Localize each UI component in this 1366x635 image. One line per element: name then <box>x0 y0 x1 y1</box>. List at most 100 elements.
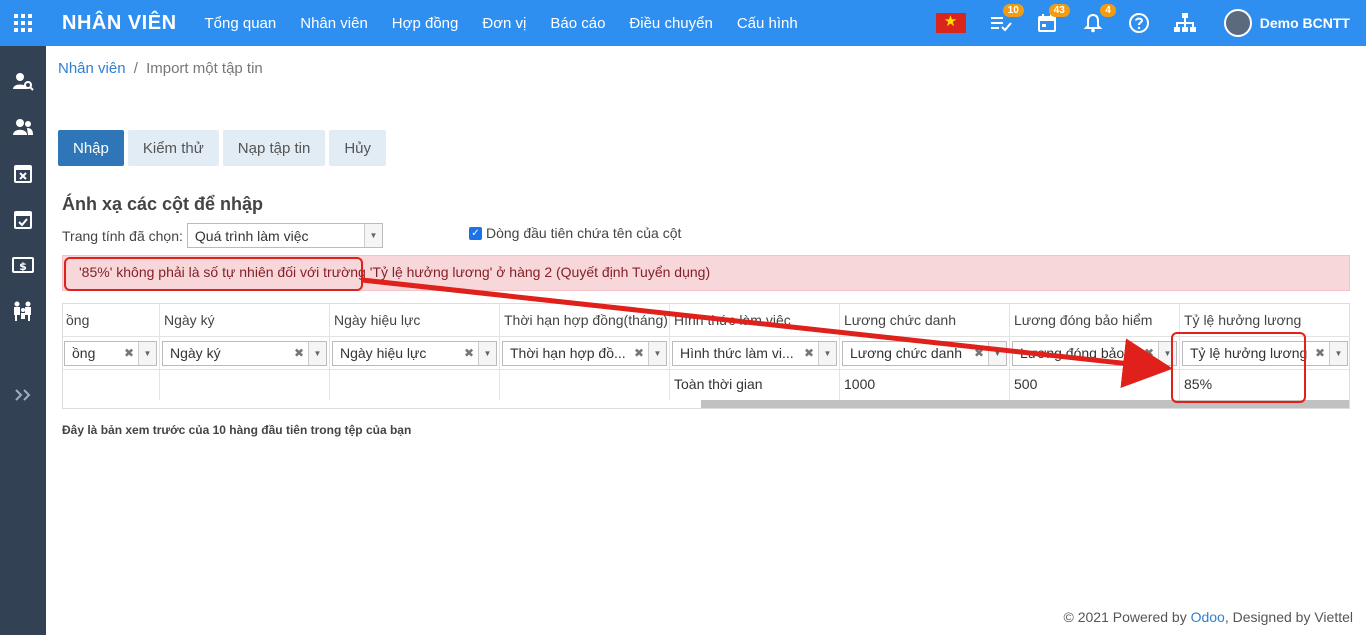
clear-icon[interactable]: ✖ <box>1143 346 1154 360</box>
clear-icon[interactable]: ✖ <box>463 346 474 360</box>
sheet-select-value: Quá trình làm việc <box>194 228 309 244</box>
menu-overview[interactable]: Tổng quan <box>205 15 277 32</box>
clear-icon[interactable]: ✖ <box>1314 346 1325 360</box>
breadcrumb-separator: / <box>133 60 138 77</box>
user-avatar[interactable] <box>1223 9 1252 37</box>
test-button[interactable]: Kiểm thử <box>127 130 219 166</box>
activities-badge: 10 <box>1002 4 1024 17</box>
expand-sidebar-icon[interactable] <box>0 372 46 418</box>
breadcrumb-employees-link[interactable]: Nhân viên <box>58 60 126 77</box>
field-select-value: Tỷ lệ hưởng lương <box>1190 345 1308 361</box>
top-menu: Tổng quan Nhân viên Hợp đồng Đơn vị Báo … <box>205 15 822 32</box>
dropdown-arrow-icon[interactable]: ▼ <box>818 342 836 365</box>
preview-cell: Toàn thời gian <box>674 376 763 392</box>
clear-icon[interactable]: ✖ <box>293 346 304 360</box>
calendar-icon[interactable]: 43 <box>1032 4 1070 38</box>
preview-cell: 500 <box>1014 376 1038 392</box>
mapping-title: Ánh xạ các cột để nhập <box>62 194 264 214</box>
field-select-value: Ngày hiệu lực <box>340 345 427 361</box>
notifications-badge: 4 <box>1100 4 1116 17</box>
dropdown-arrow-icon[interactable]: ▼ <box>308 342 326 365</box>
menu-departments[interactable]: Đơn vị <box>482 15 526 32</box>
mapping-table: ồng ồng ✖ ▼ Ngày ký Ngày ký ✖ ▼ Ngày hiệu lự… <box>62 303 1350 409</box>
preview-cell: 85% <box>1184 376 1213 392</box>
odoo-link[interactable]: Odoo <box>1191 609 1225 625</box>
column-header: Thời hạn hợp đồng(tháng) <box>500 304 669 337</box>
field-select[interactable]: Hình thức làm vi... ✖ ▼ <box>672 341 837 366</box>
svg-text:$: $ <box>19 260 27 273</box>
preview-cell <box>500 370 669 400</box>
mapping-column: Ngày ký Ngày ký ✖ ▼ <box>160 304 330 400</box>
column-header: Tỷ lệ hưởng lương <box>1180 304 1349 337</box>
field-select-value: ồng <box>72 345 96 361</box>
field-select-value: Lương đóng bảo ... <box>1020 345 1140 361</box>
calendar-cancel-icon[interactable] <box>0 150 46 196</box>
column-header: Hình thức làm việc <box>670 304 839 337</box>
field-select[interactable]: ồng ✖ ▼ <box>64 341 157 366</box>
mapping-column: Hình thức làm việc Hình thức làm vi... ✖ ▼… <box>670 304 840 400</box>
calendar-check-icon[interactable] <box>0 196 46 242</box>
footer: © 2021 Powered by Odoo, Designed by Viet… <box>1064 609 1353 625</box>
apps-menu-icon[interactable] <box>0 0 46 46</box>
calendar-badge: 43 <box>1048 4 1070 17</box>
mapping-column: ồng ồng ✖ ▼ <box>63 304 160 400</box>
org-chart-icon[interactable] <box>1170 8 1200 38</box>
money-icon[interactable]: $ <box>0 242 46 288</box>
sheet-label: Trang tính đã chọn: <box>62 227 183 244</box>
bell-icon[interactable]: 4 <box>1078 4 1116 38</box>
column-header: ồng <box>63 304 159 337</box>
vietnam-flag-icon[interactable] <box>935 12 966 33</box>
clear-icon[interactable]: ✖ <box>803 346 814 360</box>
sheet-select[interactable]: Quá trình làm việc ▼ <box>186 223 383 248</box>
menu-employees[interactable]: Nhân viên <box>300 15 368 32</box>
footer-prefix: © 2021 Powered by <box>1063 609 1191 625</box>
family-icon[interactable] <box>0 288 46 334</box>
menu-transfers[interactable]: Điều chuyển <box>629 15 712 32</box>
field-select-value: Thời hạn hợp đồ... <box>510 345 626 361</box>
error-alert: '85%' không phải là số tự nhiên đối với … <box>62 255 1350 291</box>
field-select[interactable]: Ngày hiệu lực ✖ ▼ <box>332 341 497 366</box>
import-button[interactable]: Nhập <box>58 130 124 166</box>
footer-suffix: , Designed by Viettel <box>1224 609 1353 625</box>
clear-icon[interactable]: ✖ <box>973 346 984 360</box>
dropdown-arrow-icon[interactable]: ▼ <box>138 342 156 365</box>
preview-cell <box>160 370 329 400</box>
dropdown-arrow-icon[interactable]: ▼ <box>1158 342 1176 365</box>
load-file-button[interactable]: Nạp tập tin <box>222 130 326 166</box>
breadcrumb-current: Import một tập tin <box>146 60 263 77</box>
user-name[interactable]: Demo BCNTT <box>1260 15 1350 31</box>
dropdown-arrow-icon[interactable]: ▼ <box>478 342 496 365</box>
horizontal-scrollbar[interactable] <box>701 400 1349 408</box>
employee-search-icon[interactable] <box>0 58 46 104</box>
header-row-checkbox-label: Dòng đầu tiên chứa tên của cột <box>486 225 682 241</box>
menu-configuration[interactable]: Cấu hình <box>737 15 798 32</box>
help-icon[interactable] <box>1124 8 1154 38</box>
users-icon[interactable] <box>0 104 46 150</box>
app-title: NHÂN VIÊN <box>62 11 177 34</box>
activity-list-icon[interactable]: 10 <box>986 4 1024 38</box>
field-select[interactable]: Thời hạn hợp đồ... ✖ ▼ <box>502 341 667 366</box>
menu-contracts[interactable]: Hợp đồng <box>392 15 459 32</box>
sheet-selector-row: Trang tính đã chọn: Quá trình làm việc ▼ <box>62 223 383 248</box>
field-select-value: Ngày ký <box>170 345 221 361</box>
clear-icon[interactable]: ✖ <box>123 346 134 360</box>
field-select[interactable]: Lương đóng bảo ... ✖ ▼ <box>1012 341 1177 366</box>
mapping-column: Lương đóng bảo hiểm Lương đóng bảo ... ✖ ▼… <box>1010 304 1180 400</box>
clear-icon[interactable]: ✖ <box>633 346 644 360</box>
preview-cell <box>63 370 159 400</box>
dropdown-arrow-icon[interactable]: ▼ <box>648 342 666 365</box>
column-header: Lương chức danh <box>840 304 1009 337</box>
dropdown-arrow-icon: ▼ <box>363 224 382 247</box>
field-select[interactable]: Lương chức danh ✖ ▼ <box>842 341 1007 366</box>
action-buttons: Nhập Kiểm thử Nạp tập tin Hủy <box>58 130 390 166</box>
menu-reports[interactable]: Báo cáo <box>550 15 605 32</box>
field-select[interactable]: Ngày ký ✖ ▼ <box>162 341 327 366</box>
field-select-value: Hình thức làm vi... <box>680 345 794 361</box>
dropdown-arrow-icon[interactable]: ▼ <box>1329 342 1347 365</box>
dropdown-arrow-icon[interactable]: ▼ <box>988 342 1006 365</box>
header-row-checkbox[interactable]: ✓ <box>469 226 482 240</box>
breadcrumb: Nhân viên / Import một tập tin <box>58 60 263 77</box>
mapping-column: Lương chức danh Lương chức danh ✖ ▼ 1000 <box>840 304 1010 400</box>
field-select[interactable]: Tỷ lệ hưởng lương ✖ ▼ <box>1182 341 1348 366</box>
cancel-button[interactable]: Hủy <box>329 130 386 166</box>
